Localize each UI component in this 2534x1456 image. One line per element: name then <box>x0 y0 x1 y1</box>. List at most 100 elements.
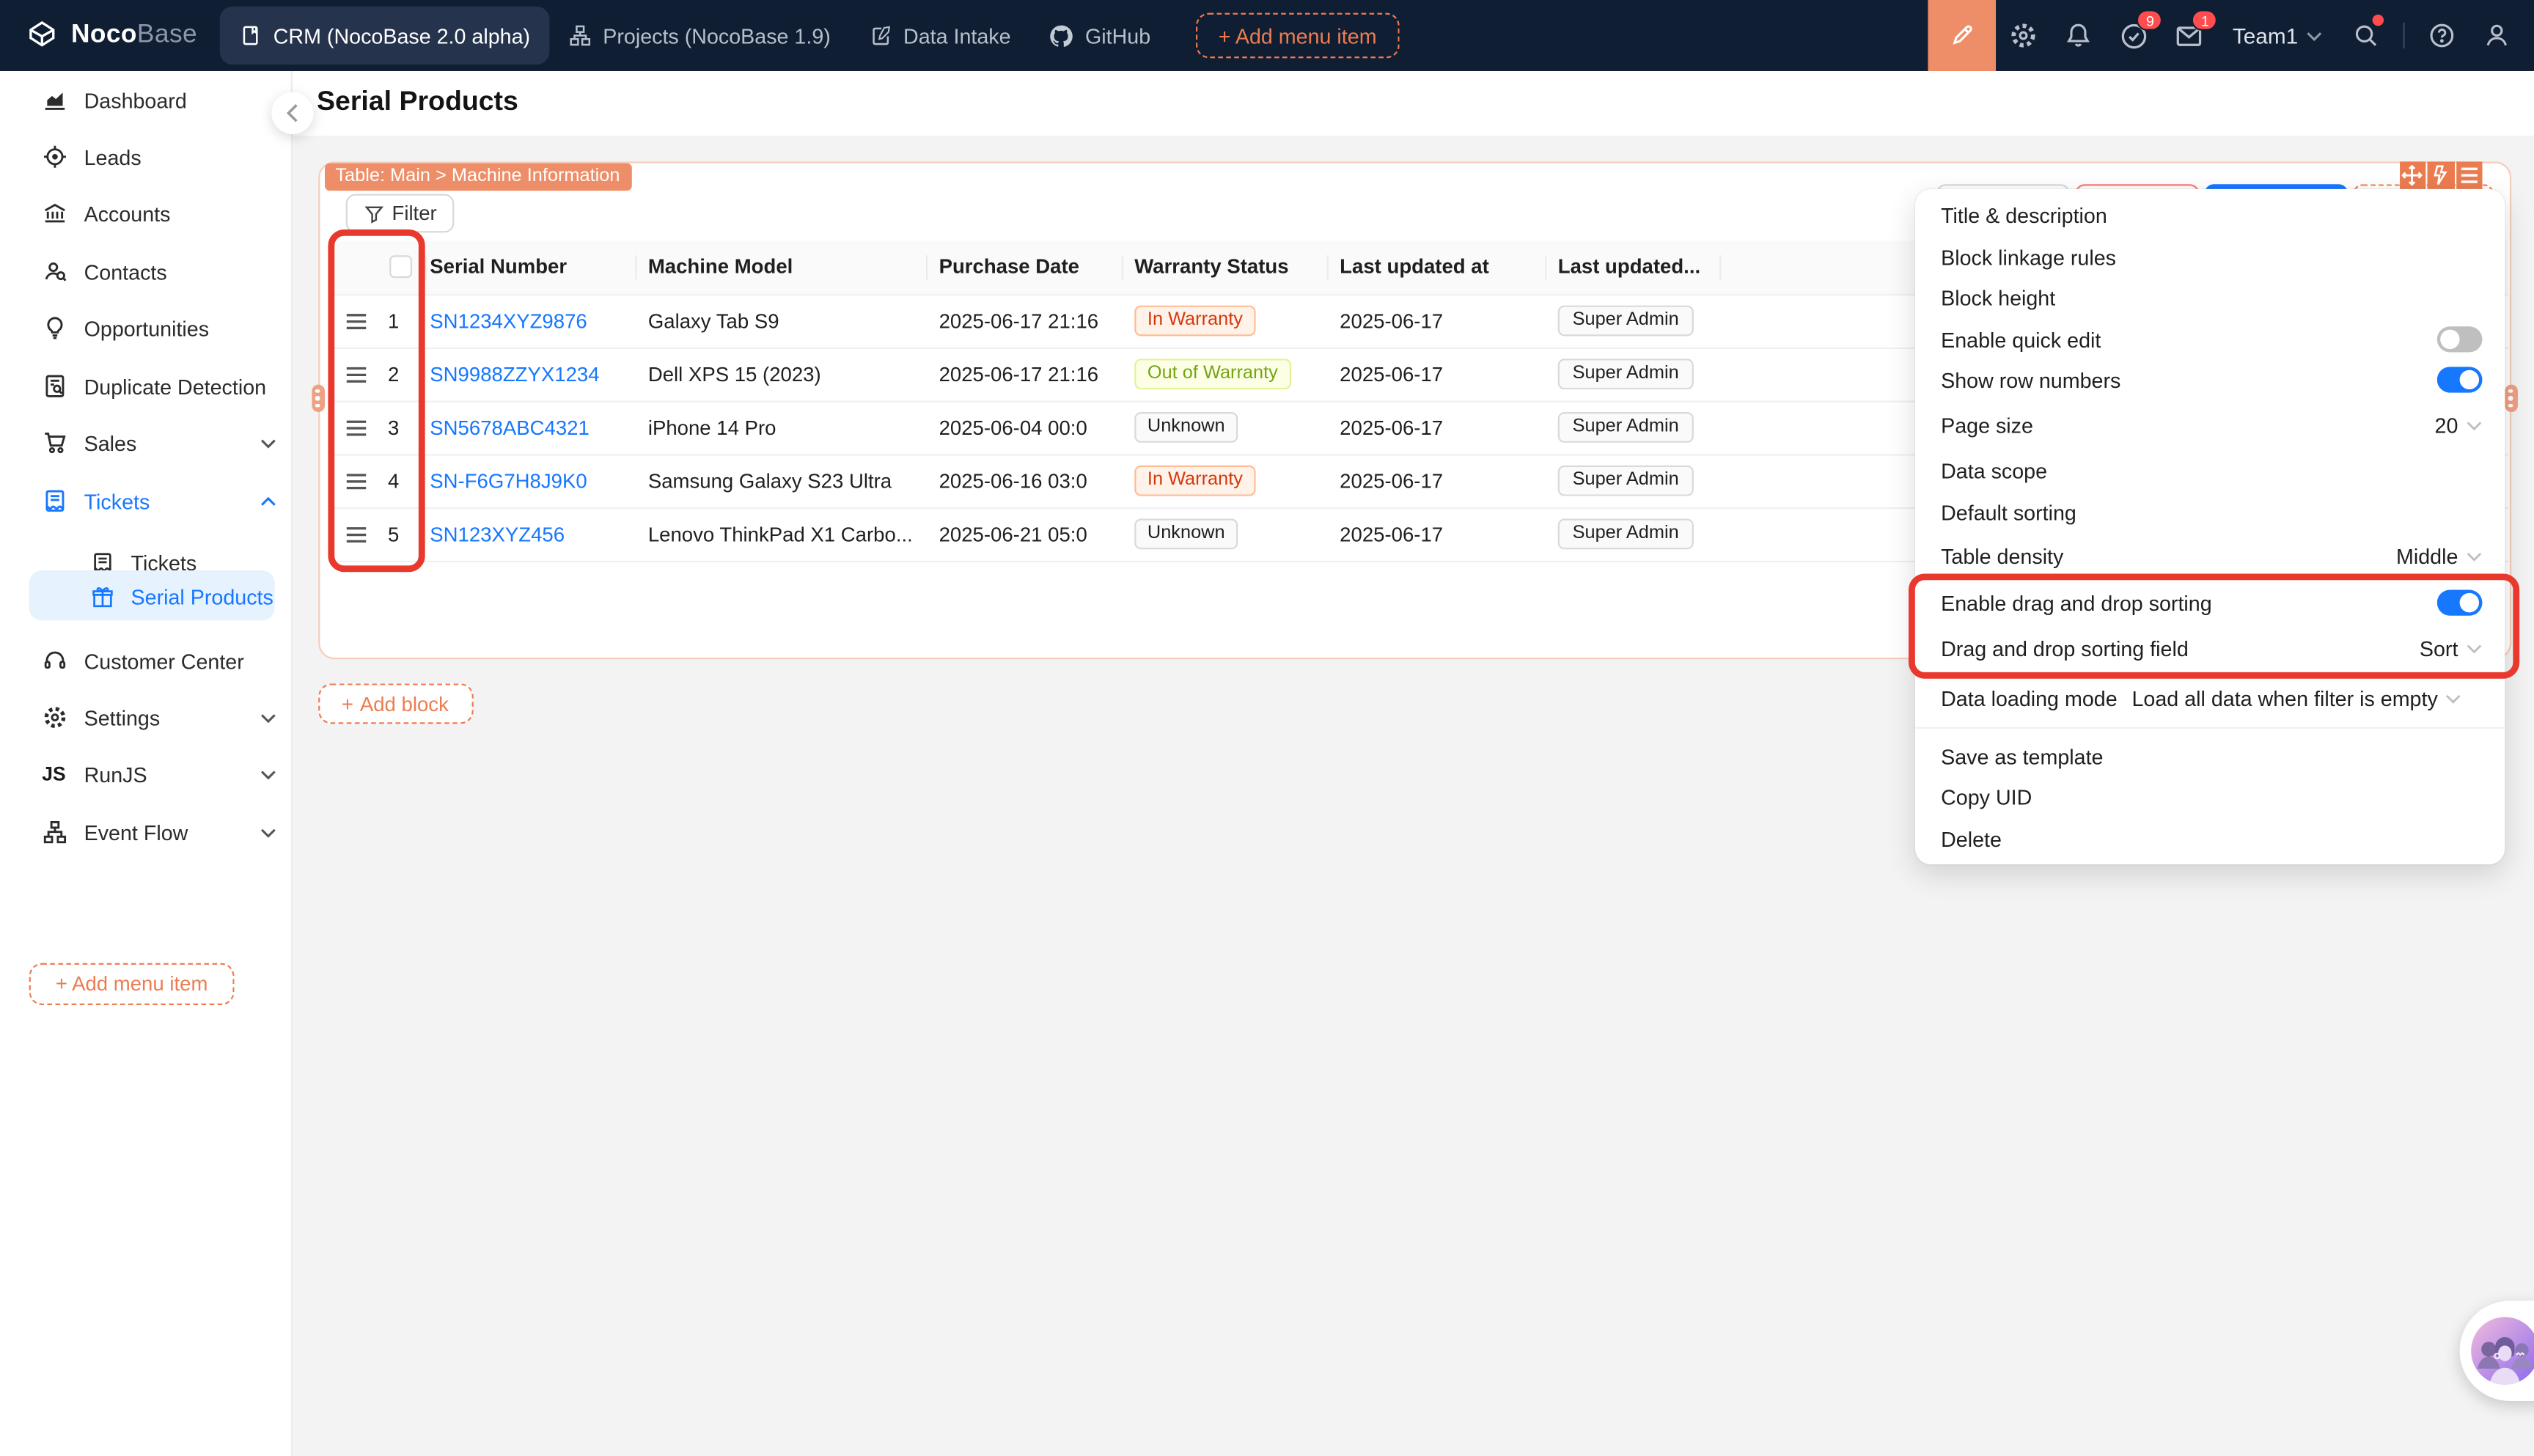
menu-item-title-description[interactable]: Title & description <box>1915 194 2505 235</box>
add-block-button[interactable]: + Add block <box>317 683 473 724</box>
purchase-date-cell: 2025-06-04 00:0 <box>926 416 1122 439</box>
page-size-value: 20 <box>2435 413 2458 437</box>
column-header[interactable]: Serial Number <box>425 240 636 293</box>
block-quick-settings-lightning-icon[interactable] <box>2428 161 2454 188</box>
serial-number-link[interactable]: SN5678ABC4321 <box>430 416 590 439</box>
headset-icon <box>42 648 67 674</box>
column-header[interactable]: Warranty Status <box>1122 240 1327 293</box>
sidebar-item-dashboard[interactable]: Dashboard <box>0 74 293 126</box>
cart-icon <box>42 430 67 455</box>
sidebar-item-duplicate-detection[interactable]: Duplicate Detection <box>0 361 293 413</box>
block-resize-handle-left[interactable] <box>311 385 324 412</box>
data-loading-mode-value: Load all data when filter is empty <box>2131 686 2437 710</box>
block-settings-menu: Title & description Block linkage rules … <box>1915 189 2505 864</box>
menu-item-save-as-template[interactable]: Save as template <box>1915 735 2505 777</box>
sidebar-item-customer-center[interactable]: Customer Center <box>0 635 293 687</box>
sidebar-item-sales[interactable]: Sales <box>0 417 293 469</box>
avatar[interactable] <box>2471 1317 2534 1385</box>
block-drag-move-icon[interactable] <box>2399 161 2425 188</box>
menu-item-show-row-numbers[interactable]: Show row numbers <box>1915 359 2505 400</box>
column-header[interactable]: Last updated at <box>1327 240 1546 293</box>
drag-handle-icon[interactable] <box>346 312 367 328</box>
menu-item-table-density[interactable]: Table density Middle <box>1915 535 2505 577</box>
org-chart-icon <box>569 24 592 47</box>
sidebar-collapse-button[interactable] <box>271 92 313 134</box>
plus-icon: + <box>342 692 353 715</box>
menu-item-enable-drag-drop-sorting[interactable]: Enable drag and drop sorting <box>1915 581 2505 623</box>
sidebar-item-event-flow[interactable]: Event Flow <box>0 806 293 858</box>
chevron-down-icon <box>2306 30 2322 41</box>
menu-item-block-linkage-rules[interactable]: Block linkage rules <box>1915 236 2505 278</box>
sidebar-item-runjs[interactable]: JS RunJS <box>0 748 293 800</box>
user-account-button[interactable] <box>2469 0 2524 71</box>
show-row-numbers-toggle[interactable] <box>2437 367 2483 392</box>
menu-item-delete[interactable]: Delete <box>1915 817 2505 859</box>
drag-handle-icon[interactable] <box>346 419 367 435</box>
drag-handle-icon[interactable] <box>346 366 367 382</box>
menu-item-enable-quick-edit[interactable]: Enable quick edit <box>1915 318 2505 360</box>
sidebar-item-label: Customer Center <box>84 649 244 673</box>
row-number: 2 <box>388 363 399 386</box>
help-button[interactable] <box>2414 0 2469 71</box>
column-header[interactable]: Purchase Date <box>926 240 1122 293</box>
nocobase-logo[interactable]: NocoBase <box>0 18 220 53</box>
quick-edit-toggle[interactable] <box>2437 326 2483 352</box>
serial-number-link[interactable]: SN9988ZZYX1234 <box>430 363 599 386</box>
sidebar-item-contacts[interactable]: Contacts <box>0 246 293 298</box>
row-number: 3 <box>388 416 399 439</box>
tab-projects[interactable]: Projects (NocoBase 1.9) <box>550 7 851 65</box>
sidebar-item-opportunities[interactable]: Opportunities <box>0 302 293 354</box>
serial-number-link[interactable]: SN-F6G7H8J9K0 <box>430 469 587 492</box>
bank-icon <box>42 200 67 226</box>
tab-data-intake[interactable]: Data Intake <box>850 7 1030 65</box>
drag-handle-icon[interactable] <box>346 473 367 489</box>
menu-item-page-size[interactable]: Page size 20 <box>1915 404 2505 446</box>
navbar-add-menu-item-button[interactable]: + Add menu item <box>1196 13 1400 59</box>
menu-item-default-sorting[interactable]: Default sorting <box>1915 491 2505 533</box>
menu-divider <box>1915 727 2505 729</box>
sidebar-item-accounts[interactable]: Accounts <box>0 188 293 240</box>
pen-icon <box>1948 21 1977 51</box>
machine-model-cell: Galaxy Tab S9 <box>635 309 926 332</box>
sidebar-item-leads[interactable]: Leads <box>0 131 293 183</box>
serial-number-link[interactable]: SN1234XYZ9876 <box>430 309 587 332</box>
tab-github[interactable]: GitHub <box>1030 7 1170 65</box>
ui-editor-button[interactable] <box>1929 0 1997 71</box>
search-button[interactable] <box>2338 0 2393 71</box>
block-resize-handle-right[interactable] <box>2504 385 2517 412</box>
last-updated-cell: 2025-06-17 <box>1327 523 1546 545</box>
form-icon <box>870 24 892 47</box>
settings-gear-button[interactable] <box>1997 0 2052 71</box>
contacts-icon <box>42 259 67 284</box>
row-number: 5 <box>388 523 399 545</box>
menu-item-copy-uid[interactable]: Copy UID <box>1915 776 2505 817</box>
menu-item-block-height[interactable]: Block height <box>1915 276 2505 318</box>
menu-item-drag-drop-sorting-field[interactable]: Drag and drop sorting field Sort <box>1915 627 2505 669</box>
chart-icon <box>42 87 67 113</box>
sidebar-item-tickets-group[interactable]: Tickets <box>0 475 293 527</box>
select-all-checkbox[interactable] <box>389 255 412 278</box>
machine-model-cell: Lenovo ThinkPad X1 Carbo... <box>635 523 926 545</box>
notifications-bell-button[interactable] <box>2052 0 2107 71</box>
team-switcher[interactable]: Team1 <box>2233 23 2322 48</box>
column-header[interactable]: Machine Model <box>635 240 926 293</box>
menu-item-data-scope[interactable]: Data scope <box>1915 449 2505 491</box>
menu-item-data-loading-mode[interactable]: Data loading mode Load all data when fil… <box>1915 677 2505 719</box>
sidebar-item-settings[interactable]: Settings <box>0 691 293 743</box>
last-updated-cell: 2025-06-17 <box>1327 309 1546 332</box>
messages-button[interactable]: 1 <box>2162 0 2217 71</box>
row-number: 4 <box>388 469 399 492</box>
tasks-button[interactable]: 9 <box>2107 0 2162 71</box>
block-settings-menu-icon[interactable] <box>2456 161 2482 188</box>
tab-crm[interactable]: CRM (NocoBase 2.0 alpha) <box>220 7 550 65</box>
sidebar-add-menu-item-button[interactable]: + Add menu item <box>29 963 235 1005</box>
sidebar-item-label: Accounts <box>84 201 171 225</box>
drag-drop-sorting-toggle[interactable] <box>2437 589 2483 615</box>
chevron-down-icon <box>2466 419 2482 430</box>
filter-button[interactable]: Filter <box>345 194 455 232</box>
sidebar-item-serial-products[interactable]: Serial Products <box>0 570 293 622</box>
drag-handle-icon[interactable] <box>346 526 367 542</box>
serial-number-link[interactable]: SN123XYZ456 <box>430 523 565 545</box>
column-header[interactable]: Last updated... <box>1545 240 1719 293</box>
sidebar-item-label: RunJS <box>84 762 147 786</box>
